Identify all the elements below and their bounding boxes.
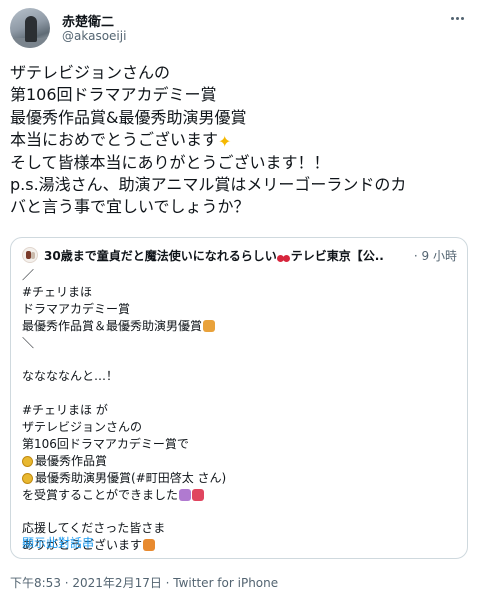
party-popper-emoji-icon xyxy=(203,319,216,332)
tweet-text-line: p.s.湯浅さん、助演アニマル賞はメリーゴーランドのカ xyxy=(10,175,407,195)
tweet-text-line: 本当におめでとうございます✦ xyxy=(10,130,232,152)
quoted-line xyxy=(22,351,452,368)
author-avatar[interactable] xyxy=(10,8,50,48)
quoted-line: ／ xyxy=(22,268,35,282)
bouquet-emoji-icon xyxy=(143,539,156,552)
cheering-emoji-icon xyxy=(179,488,192,501)
quoted-line: ドラマアカデミー賞 xyxy=(22,301,131,316)
sparkles-emoji-icon: ✦ xyxy=(218,132,232,152)
tweet-text-line: バと言う事で宜しいでしょうか？ xyxy=(10,197,250,217)
quoted-line: ななななんと…！ xyxy=(22,369,119,384)
quoted-tweet-header: 30歳まで童貞だと魔法使いになれるらしい テレビ東京【公... · 9 小時 xyxy=(22,247,457,265)
quoted-account-name[interactable]: 30歳まで童貞だと魔法使いになれるらしい テレビ東京【公... xyxy=(44,247,384,264)
quoted-line: #チェリまほ xyxy=(22,284,93,299)
tweet-text: ザテレビジョンさんの 第106回ドラマアカデミー賞 最優秀作品賞&最優秀助演男優… xyxy=(10,62,470,219)
quoted-line: #チェリまほ が xyxy=(22,403,108,418)
quoted-tweet-card[interactable]: 30歳まで童貞だと魔法使いになれるらしい テレビ東京【公... · 9 小時 ／ … xyxy=(10,237,468,559)
party-popper-emoji-icon xyxy=(192,488,205,501)
quoted-tweet-time[interactable]: · 9 小時 xyxy=(414,247,457,264)
medal-emoji-icon xyxy=(22,455,33,467)
author-name[interactable]: 赤楚衛二 xyxy=(62,11,114,30)
tweet-text-line: 第106回ドラマアカデミー賞 xyxy=(10,85,217,105)
quoted-tweet-text: ／ #チェリまほ ドラマアカデミー賞 最優秀作品賞＆最優秀助演男優賞 ＼ ななな… xyxy=(22,267,452,554)
tweet-header: 赤楚衛二 @akasoeiji xyxy=(10,8,468,48)
tweet-text-line: 最優秀作品賞&最優秀助演男優賞 xyxy=(10,107,247,127)
cherry-emoji-icon xyxy=(276,249,291,262)
quoted-line xyxy=(22,385,452,402)
quoted-line: を受賞することができました xyxy=(22,487,452,504)
more-horizontal-icon[interactable] xyxy=(446,10,468,26)
quoted-line: 最優秀作品賞 xyxy=(22,453,452,470)
medal-emoji-icon xyxy=(22,472,33,484)
tweet-metadata[interactable]: 下午8:53 · 2021年2月17日 · Twitter for iPhone xyxy=(10,574,278,591)
quoted-line: ザテレビジョンさんの xyxy=(22,420,143,435)
quoted-line: 第106回ドラマアカデミー賞で xyxy=(22,436,189,451)
quoted-line: 最優秀作品賞＆最優秀助演男優賞 xyxy=(22,318,452,335)
author-handle[interactable]: @akasoeiji xyxy=(62,29,126,43)
tweet-text-line: ザテレビジョンさんの xyxy=(10,63,171,82)
quoted-line: ＼ xyxy=(22,335,35,350)
tweet-text-line: そして皆様本当にありがとうございます！！ xyxy=(10,152,330,172)
quoted-account-avatar[interactable] xyxy=(22,247,38,263)
quoted-line: 最優秀助演男優賞(#町田啓太 さん) xyxy=(22,470,452,487)
show-thread-link[interactable]: 顯示此對話串 xyxy=(22,534,94,551)
quoted-line xyxy=(22,503,452,520)
